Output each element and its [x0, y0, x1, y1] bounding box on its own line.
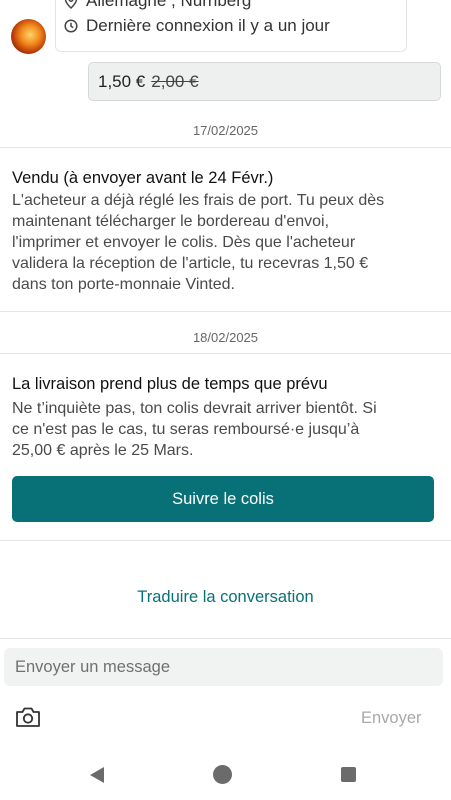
event-body-line: L'acheteur a déjà réglé les frais de por… [12, 192, 385, 209]
divider [0, 353, 451, 354]
event-body-line: maintenant télécharger le bordereau d'en… [12, 213, 330, 230]
back-triangle-icon[interactable] [88, 765, 106, 785]
message-input[interactable]: Envoyer un message [4, 648, 443, 686]
event-date: 17/02/2025 [192, 123, 259, 138]
event-body-line: ce n'est pas le cas, tu seras remboursé·… [12, 421, 360, 438]
divider [0, 638, 451, 639]
offer-original-price: 2,00 € [151, 71, 199, 91]
seller-location-row: Allemagne , Nürnberg [64, 0, 251, 11]
offer-price: 1,50 € [98, 71, 146, 91]
track-parcel-button[interactable]: Suivre le colis [12, 476, 434, 522]
event-body-line: dans ton porte-monnaie Vinted. [12, 276, 235, 293]
divider [0, 311, 451, 312]
translate-conversation-link[interactable]: Traduire la conversation [0, 588, 451, 607]
offer-price-bubble: 1,50 € 2,00 € [88, 62, 441, 101]
seller-location: Allemagne , Nürnberg [86, 0, 252, 10]
event-body-line: Ne t’inquiète pas, ton colis devrait arr… [12, 400, 377, 417]
seller-last-seen: Dernière connexion il y a un jour [86, 16, 330, 35]
event-date: 18/02/2025 [192, 330, 259, 345]
home-circle-icon[interactable] [213, 765, 232, 784]
event-title: La livraison prend plus de temps que pré… [12, 375, 328, 393]
seller-last-seen-row: Dernière connexion il y a un jour [64, 16, 330, 36]
event-body: L'acheteur a déjà réglé les frais de por… [12, 190, 437, 295]
clock-icon [64, 19, 78, 33]
event-title: Vendu (à envoyer avant le 24 Févr.) [12, 169, 274, 187]
recents-square-icon[interactable] [341, 767, 356, 782]
seller-info-card: Allemagne , Nürnberg Dernière connexion … [55, 0, 407, 52]
location-pin-icon [64, 0, 78, 9]
event-body-line: validera la réception de l'article, tu r… [12, 255, 369, 272]
divider [0, 147, 451, 148]
event-body-line: 25,00 € après le 25 Mars. [12, 442, 194, 459]
send-button[interactable]: Envoyer [361, 709, 422, 728]
camera-icon[interactable] [15, 705, 41, 729]
seller-avatar[interactable] [11, 19, 46, 54]
divider [0, 540, 451, 541]
event-body: Ne t’inquiète pas, ton colis devrait arr… [12, 398, 437, 461]
event-body-line: l'imprimer et envoyer le colis. Dès que … [12, 234, 356, 251]
